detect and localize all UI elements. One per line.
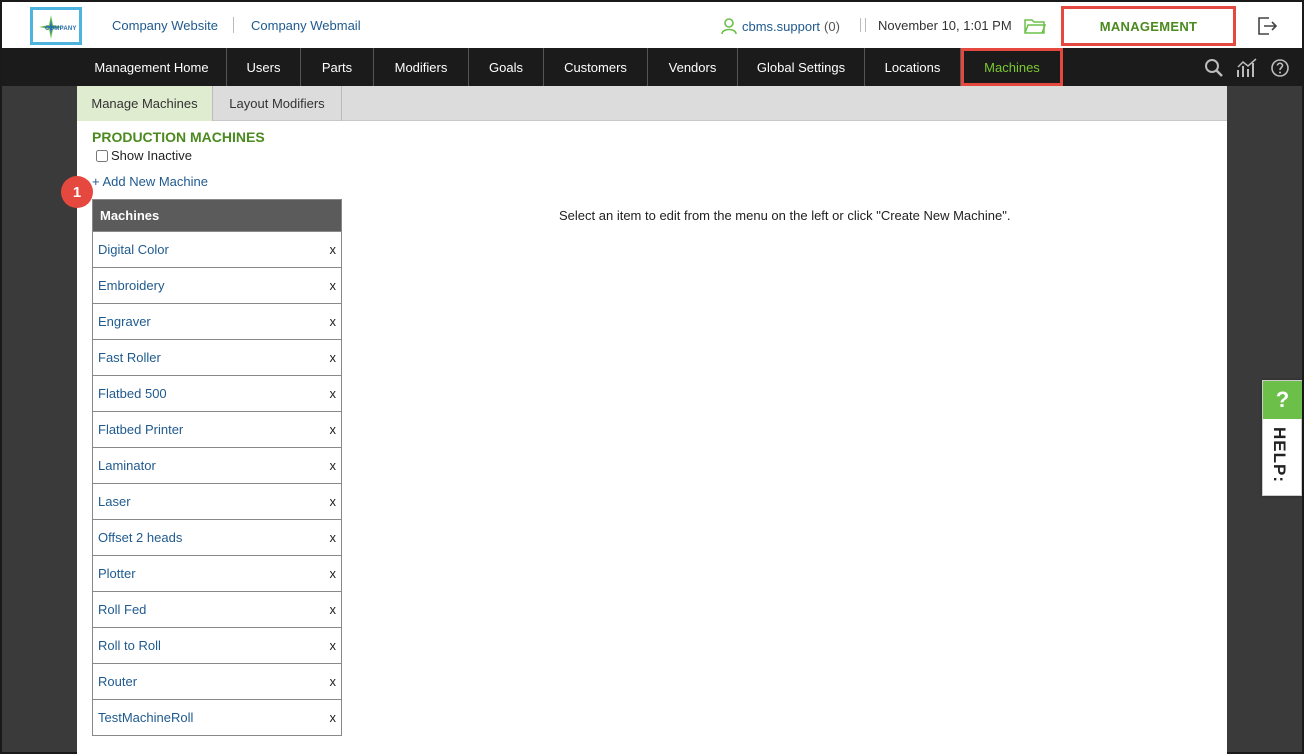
machine-name-link[interactable]: Laminator [98, 458, 156, 473]
machine-name-link[interactable]: Roll Fed [98, 602, 146, 617]
table-row[interactable]: Engraver x [93, 303, 341, 339]
nav-management-home[interactable]: Management Home [77, 48, 227, 86]
table-row[interactable]: Roll Fed x [93, 591, 341, 627]
help-circle-icon[interactable] [1270, 58, 1290, 78]
machine-name-link[interactable]: Flatbed 500 [98, 386, 167, 401]
user-icon [721, 18, 737, 35]
help-label: HELP: [1270, 427, 1289, 483]
empty-state-hint: Select an item to edit from the menu on … [559, 208, 1011, 223]
machine-name-link[interactable]: Digital Color [98, 242, 169, 257]
logout-icon[interactable] [1257, 16, 1279, 39]
delete-machine-button[interactable]: x [330, 710, 337, 725]
machine-name-link[interactable]: Roll to Roll [98, 638, 161, 653]
table-row[interactable]: Laminator x [93, 447, 341, 483]
machine-name-link[interactable]: Flatbed Printer [98, 422, 183, 437]
table-row[interactable]: Flatbed Printer x [93, 411, 341, 447]
logo-text: COMPANY [45, 26, 77, 32]
table-row[interactable]: TestMachineRoll x [93, 699, 341, 735]
user-menu[interactable]: cbms.support (0) [720, 17, 840, 35]
nav-vendors[interactable]: Vendors [648, 48, 738, 86]
analytics-icon[interactable] [1236, 58, 1258, 78]
user-name[interactable]: cbms.support [742, 19, 820, 34]
add-new-machine-link[interactable]: + Add New Machine [92, 174, 208, 189]
company-logo[interactable]: COMPANY [30, 7, 82, 45]
machines-list-header: Machines [93, 200, 341, 231]
step-badge: 1 [61, 176, 93, 208]
machine-name-link[interactable]: Router [98, 674, 137, 689]
show-inactive-label: Show Inactive [111, 148, 192, 163]
delete-machine-button[interactable]: x [330, 530, 337, 545]
delete-machine-button[interactable]: x [330, 386, 337, 401]
folder-icon[interactable] [1024, 17, 1047, 38]
table-row[interactable]: Offset 2 heads x [93, 519, 341, 555]
top-bar: COMPANY Company Website Company Webmail … [2, 2, 1302, 48]
machine-name-link[interactable]: TestMachineRoll [98, 710, 193, 725]
main-nav: Management Home Users Parts Modifiers Go… [2, 48, 1302, 86]
delete-machine-button[interactable]: x [330, 458, 337, 473]
nav-global-settings[interactable]: Global Settings [738, 48, 865, 86]
divider [860, 18, 866, 32]
help-tab[interactable]: ? HELP: [1262, 380, 1302, 496]
table-row[interactable]: Embroidery x [93, 267, 341, 303]
machines-list: Machines Digital Color x Embroidery x Engrav… [92, 199, 342, 736]
nav-locations[interactable]: Locations [865, 48, 961, 86]
nav-customers[interactable]: Customers [544, 48, 648, 86]
machine-name-link[interactable]: Embroidery [98, 278, 164, 293]
management-button[interactable]: MANAGEMENT [1061, 6, 1236, 46]
delete-machine-button[interactable]: x [330, 350, 337, 365]
nav-machines[interactable]: Machines [961, 48, 1063, 86]
machine-name-link[interactable]: Offset 2 heads [98, 530, 182, 545]
delete-machine-button[interactable]: x [330, 674, 337, 689]
notification-count: (0) [824, 18, 840, 34]
company-webmail-link[interactable]: Company Webmail [251, 18, 361, 33]
table-row[interactable]: Fast Roller x [93, 339, 341, 375]
divider [233, 17, 234, 33]
table-row[interactable]: Roll to Roll x [93, 627, 341, 663]
current-datetime: November 10, 1:01 PM [878, 18, 1012, 33]
nav-goals[interactable]: Goals [469, 48, 544, 86]
table-row[interactable]: Laser x [93, 483, 341, 519]
delete-machine-button[interactable]: x [330, 422, 337, 437]
machine-name-link[interactable]: Plotter [98, 566, 136, 581]
nav-modifiers[interactable]: Modifiers [374, 48, 469, 86]
delete-machine-button[interactable]: x [330, 494, 337, 509]
delete-machine-button[interactable]: x [330, 566, 337, 581]
sub-tabs: Manage Machines Layout Modifiers [77, 86, 1227, 121]
table-row[interactable]: Digital Color x [93, 231, 341, 267]
machine-name-link[interactable]: Engraver [98, 314, 151, 329]
show-inactive-checkbox[interactable] [96, 149, 108, 162]
table-row[interactable]: Plotter x [93, 555, 341, 591]
tab-layout-modifiers[interactable]: Layout Modifiers [213, 86, 342, 121]
delete-machine-button[interactable]: x [330, 314, 337, 329]
table-row[interactable]: Router x [93, 663, 341, 699]
help-question-icon: ? [1263, 381, 1302, 419]
company-website-link[interactable]: Company Website [112, 18, 218, 33]
main-content: Manage Machines Layout Modifiers PRODUCT… [61, 86, 1227, 754]
nav-parts[interactable]: Parts [301, 48, 374, 86]
delete-machine-button[interactable]: x [330, 242, 337, 257]
show-inactive-toggle[interactable]: Show Inactive [96, 148, 192, 163]
delete-machine-button[interactable]: x [330, 278, 337, 293]
tab-manage-machines[interactable]: Manage Machines [77, 86, 213, 121]
page-title: PRODUCTION MACHINES [92, 129, 265, 145]
machine-name-link[interactable]: Fast Roller [98, 350, 161, 365]
delete-machine-button[interactable]: x [330, 638, 337, 653]
delete-machine-button[interactable]: x [330, 602, 337, 617]
nav-users[interactable]: Users [227, 48, 301, 86]
table-row[interactable]: Flatbed 500 x [93, 375, 341, 411]
search-icon[interactable] [1204, 58, 1224, 78]
machine-name-link[interactable]: Laser [98, 494, 131, 509]
